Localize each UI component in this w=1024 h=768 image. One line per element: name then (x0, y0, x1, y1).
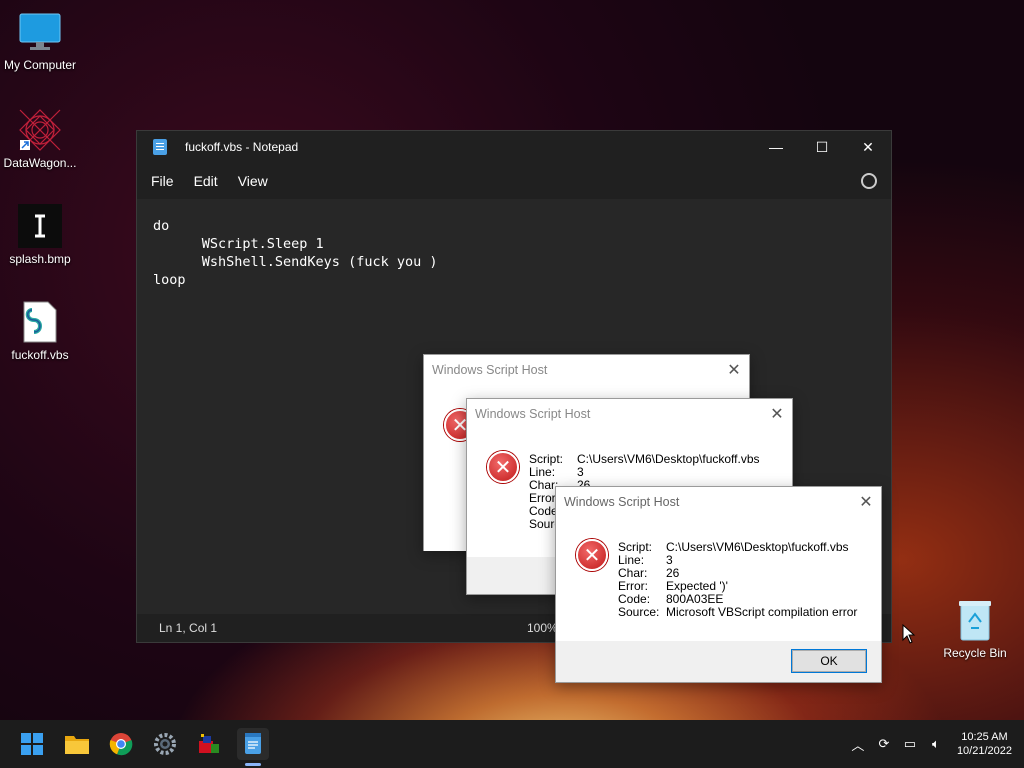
notepad-icon[interactable] (237, 728, 269, 760)
error-icon: ✕ (576, 539, 608, 571)
active-app-indicator (245, 763, 261, 766)
gear-icon[interactable] (861, 173, 877, 189)
field-key: Source: (618, 605, 660, 619)
taskbar: ︿ ⟳ ▭ 🔈︎ 10:25 AM 10/21/2022 (0, 720, 1024, 768)
desktop-icon-label: fuckoff.vbs (11, 348, 69, 362)
start-icon[interactable] (16, 728, 48, 760)
ok-button[interactable]: OK (791, 649, 867, 673)
dialog-title: Windows Script Host (564, 495, 680, 509)
monitor-icon (18, 10, 62, 54)
notepad-titlebar[interactable]: fuckoff.vbs - Notepad — ☐ ✕ (137, 131, 891, 163)
dialog-title: Windows Script Host (475, 407, 591, 421)
desktop-icon-label: Recycle Bin (943, 646, 1007, 660)
recycle-bin-icon (953, 598, 997, 642)
desktop-icon-label: splash.bmp (9, 252, 71, 266)
error-dialog-3: Windows Script Host ✕ ✕ Script: C:\Users\… (555, 486, 882, 683)
settings-icon[interactable] (149, 728, 181, 760)
maximize-button[interactable]: ☐ (799, 131, 845, 163)
network-icon[interactable]: ▭ (897, 736, 923, 752)
zoom-level: 100% (527, 621, 558, 635)
error-details: Script: C:\Users\VM6\Desktop\fuckoff.vbs … (618, 541, 857, 619)
desktop-icon-datawagon[interactable]: DataWagon... (0, 108, 80, 170)
desktop-icon-my-computer[interactable]: My Computer (0, 10, 80, 72)
desktop-icon-splash-bmp[interactable]: splash.bmp (0, 204, 80, 266)
close-icon[interactable]: ✕ (762, 399, 792, 429)
desktop-icon-label: My Computer (3, 58, 77, 72)
clock[interactable]: 10:25 AM 10/21/2022 (957, 730, 1012, 758)
dialog-title: Windows Script Host (432, 363, 548, 377)
close-icon[interactable]: ✕ (719, 355, 749, 385)
mouse-cursor-icon (902, 624, 916, 644)
field-value: C:\Users\VM6\Desktop\fuckoff.vbs (577, 452, 760, 466)
clock-date: 10/21/2022 (956, 745, 1012, 757)
file-explorer-icon[interactable] (61, 728, 93, 760)
system-tray: ︿ ⟳ ▭ 🔈︎ 10:25 AM 10/21/2022 (845, 720, 1024, 768)
chevron-up-icon[interactable]: ︿ (845, 735, 871, 754)
script-file-icon (18, 300, 62, 344)
menubar: File Edit View (137, 163, 891, 199)
desktop-icon-recycle-bin[interactable]: Recycle Bin (935, 598, 1015, 660)
volume-icon[interactable]: 🔈︎ (923, 736, 949, 752)
notepad-icon (153, 139, 167, 155)
bitmap-file-icon (18, 204, 62, 248)
desktop-icon-fuckoff-vbs[interactable]: fuckoff.vbs (0, 300, 80, 362)
dialog-titlebar[interactable]: Windows Script Host ✕ (424, 355, 749, 385)
fractal-shortcut-icon (18, 108, 62, 152)
menu-edit[interactable]: Edit (184, 173, 228, 189)
dialog-titlebar[interactable]: Windows Script Host ✕ (556, 487, 881, 517)
app-icon[interactable] (193, 728, 225, 760)
error-icon: ✕ (487, 451, 519, 483)
menu-view[interactable]: View (228, 173, 278, 189)
close-icon[interactable]: ✕ (851, 487, 881, 517)
chrome-icon[interactable] (105, 728, 137, 760)
cursor-position: Ln 1, Col 1 (159, 621, 218, 635)
sync-icon[interactable]: ⟳ (871, 736, 897, 752)
menu-file[interactable]: File (141, 173, 184, 189)
clock-time: 10:25 AM (961, 731, 1008, 743)
close-button[interactable]: ✕ (845, 131, 891, 163)
field-value: C:\Users\VM6\Desktop\fuckoff.vbs (666, 540, 849, 554)
desktop-icon-label: DataWagon... (3, 156, 77, 170)
minimize-button[interactable]: — (753, 131, 799, 163)
dialog-titlebar[interactable]: Windows Script Host ✕ (467, 399, 792, 429)
field-value: Microsoft VBScript compilation error (666, 605, 858, 619)
window-title: fuckoff.vbs - Notepad (185, 140, 299, 154)
